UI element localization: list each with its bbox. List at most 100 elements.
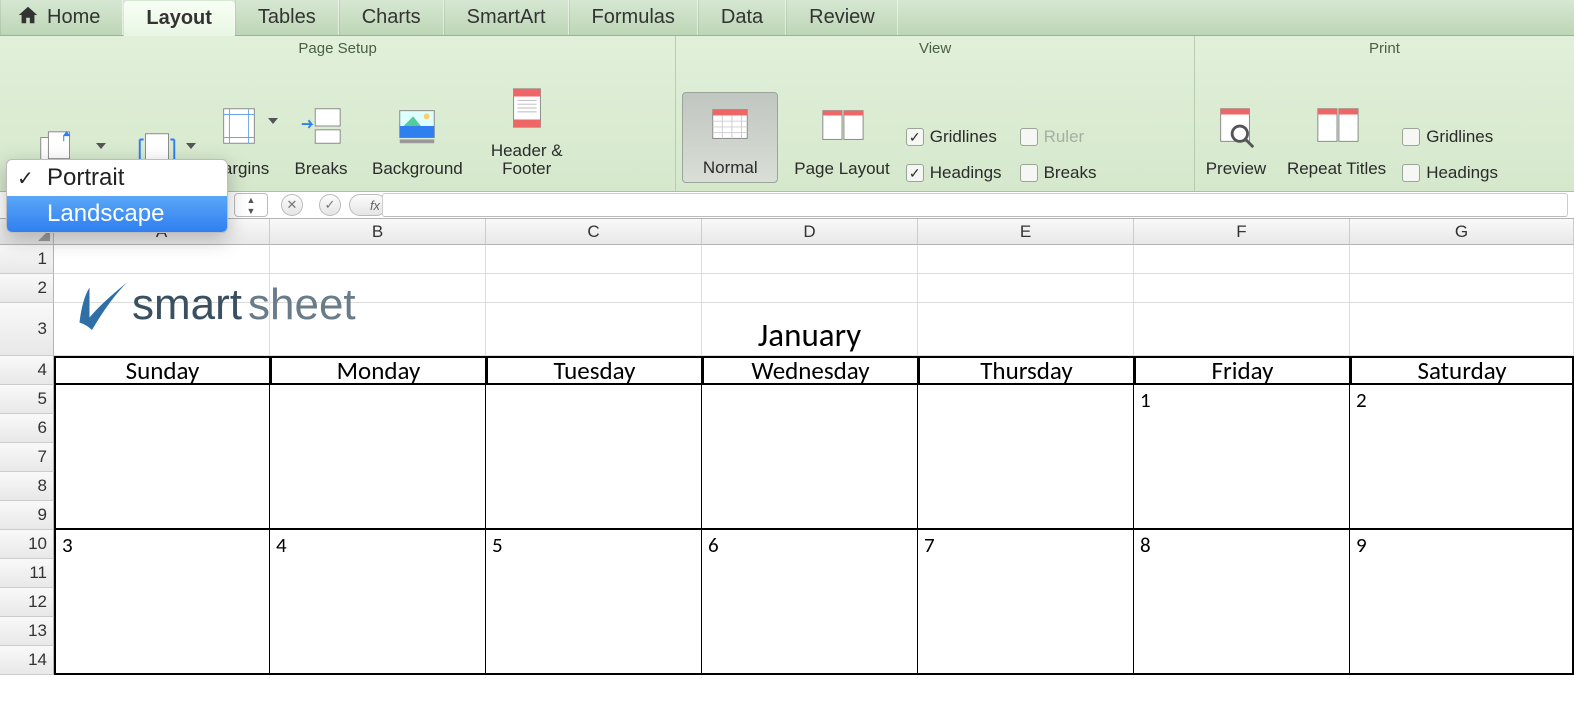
- calendar-cell[interactable]: [1134, 617, 1350, 646]
- calendar-cell[interactable]: [1134, 559, 1350, 588]
- column-header[interactable]: C: [486, 219, 702, 245]
- calendar-cell[interactable]: [270, 588, 486, 617]
- day-header[interactable]: Friday: [1134, 356, 1350, 385]
- cell[interactable]: [1350, 303, 1574, 356]
- calendar-cell[interactable]: [486, 559, 702, 588]
- cell[interactable]: [1134, 303, 1350, 356]
- calendar-cell[interactable]: [54, 646, 270, 675]
- headings-checkbox[interactable]: ✓Headings: [906, 163, 1002, 183]
- calendar-cell[interactable]: [918, 617, 1134, 646]
- background-button[interactable]: Background: [368, 94, 467, 183]
- calendar-cell[interactable]: 7: [918, 530, 1134, 559]
- calendar-cell[interactable]: [270, 559, 486, 588]
- calendar-cell[interactable]: [1350, 414, 1574, 443]
- calendar-cell[interactable]: [1134, 501, 1350, 530]
- calendar-cell[interactable]: [54, 472, 270, 501]
- header-footer-button[interactable]: Header & Footer: [479, 76, 575, 183]
- calendar-cell[interactable]: 5: [486, 530, 702, 559]
- calendar-cell[interactable]: [1134, 646, 1350, 675]
- orientation-landscape-item[interactable]: Landscape: [7, 196, 227, 232]
- row-header[interactable]: 13: [0, 617, 54, 646]
- tab-review[interactable]: Review: [786, 0, 898, 35]
- calendar-cell[interactable]: [54, 443, 270, 472]
- calendar-cell[interactable]: [54, 385, 270, 414]
- breaks-button[interactable]: Breaks: [286, 94, 356, 183]
- column-header[interactable]: D: [702, 219, 918, 245]
- calendar-cell[interactable]: [1134, 443, 1350, 472]
- calendar-cell[interactable]: [702, 385, 918, 414]
- tab-charts[interactable]: Charts: [339, 0, 444, 35]
- calendar-cell[interactable]: 8: [1134, 530, 1350, 559]
- calendar-cell[interactable]: [486, 443, 702, 472]
- cell[interactable]: [918, 274, 1134, 303]
- calendar-cell[interactable]: [270, 617, 486, 646]
- row-header[interactable]: 11: [0, 559, 54, 588]
- namebox-stepper[interactable]: ▲▼: [234, 193, 268, 217]
- calendar-cell[interactable]: 2: [1350, 385, 1574, 414]
- cell[interactable]: [1350, 274, 1574, 303]
- calendar-cell[interactable]: [702, 414, 918, 443]
- calendar-cell[interactable]: [486, 588, 702, 617]
- view-breaks-checkbox[interactable]: Breaks: [1020, 163, 1097, 183]
- calendar-cell[interactable]: [486, 385, 702, 414]
- tab-tables[interactable]: Tables: [235, 0, 339, 35]
- calendar-cell[interactable]: [918, 472, 1134, 501]
- calendar-cell[interactable]: [1134, 472, 1350, 501]
- calendar-cell[interactable]: [1134, 588, 1350, 617]
- calendar-cell[interactable]: [918, 646, 1134, 675]
- calendar-cell[interactable]: [702, 617, 918, 646]
- calendar-cell[interactable]: [702, 646, 918, 675]
- calendar-cell[interactable]: [54, 559, 270, 588]
- row-header[interactable]: 14: [0, 646, 54, 675]
- calendar-cell[interactable]: [270, 414, 486, 443]
- tab-data[interactable]: Data: [698, 0, 786, 35]
- cell[interactable]: [702, 245, 918, 274]
- cell[interactable]: [702, 274, 918, 303]
- page-layout-button[interactable]: Page Layout: [790, 94, 893, 183]
- row-header[interactable]: 4: [0, 356, 54, 385]
- day-header[interactable]: Saturday: [1350, 356, 1574, 385]
- cell[interactable]: [918, 303, 1134, 356]
- print-gridlines-checkbox[interactable]: Gridlines: [1402, 127, 1498, 147]
- row-header[interactable]: 2: [0, 274, 54, 303]
- cell[interactable]: [486, 274, 702, 303]
- calendar-cell[interactable]: [1350, 443, 1574, 472]
- tab-formulas[interactable]: Formulas: [569, 0, 698, 35]
- calendar-cell[interactable]: [54, 617, 270, 646]
- tab-smartart[interactable]: SmartArt: [444, 0, 569, 35]
- fx-button[interactable]: fx: [354, 193, 382, 217]
- calendar-cell[interactable]: [918, 588, 1134, 617]
- formula-input[interactable]: [382, 193, 1568, 217]
- calendar-cell[interactable]: [270, 472, 486, 501]
- ruler-checkbox[interactable]: Ruler: [1020, 127, 1097, 147]
- row-header[interactable]: 5: [0, 385, 54, 414]
- calendar-cell[interactable]: [1350, 588, 1574, 617]
- calendar-cell[interactable]: [486, 501, 702, 530]
- preview-button[interactable]: Preview: [1201, 94, 1271, 183]
- calendar-cell[interactable]: [918, 414, 1134, 443]
- column-header[interactable]: E: [918, 219, 1134, 245]
- calendar-cell[interactable]: [702, 501, 918, 530]
- calendar-cell[interactable]: [270, 646, 486, 675]
- calendar-cell[interactable]: [918, 501, 1134, 530]
- calendar-cell[interactable]: [918, 559, 1134, 588]
- day-header[interactable]: Monday: [270, 356, 486, 385]
- day-header[interactable]: Wednesday: [702, 356, 918, 385]
- day-header[interactable]: Tuesday: [486, 356, 702, 385]
- calendar-cell[interactable]: [486, 617, 702, 646]
- calendar-cell[interactable]: [486, 414, 702, 443]
- calendar-cell[interactable]: 4: [270, 530, 486, 559]
- calendar-cell[interactable]: [1134, 414, 1350, 443]
- calendar-cell[interactable]: [1350, 617, 1574, 646]
- calendar-cell[interactable]: [270, 385, 486, 414]
- column-header[interactable]: B: [270, 219, 486, 245]
- gridlines-checkbox[interactable]: ✓Gridlines: [906, 127, 1002, 147]
- calendar-cell[interactable]: [1350, 472, 1574, 501]
- row-header[interactable]: 8: [0, 472, 54, 501]
- row-header[interactable]: 7: [0, 443, 54, 472]
- calendar-cell[interactable]: [1350, 646, 1574, 675]
- calendar-cell[interactable]: [54, 414, 270, 443]
- day-header[interactable]: Sunday: [54, 356, 270, 385]
- row-header[interactable]: 12: [0, 588, 54, 617]
- row-header[interactable]: 1: [0, 245, 54, 274]
